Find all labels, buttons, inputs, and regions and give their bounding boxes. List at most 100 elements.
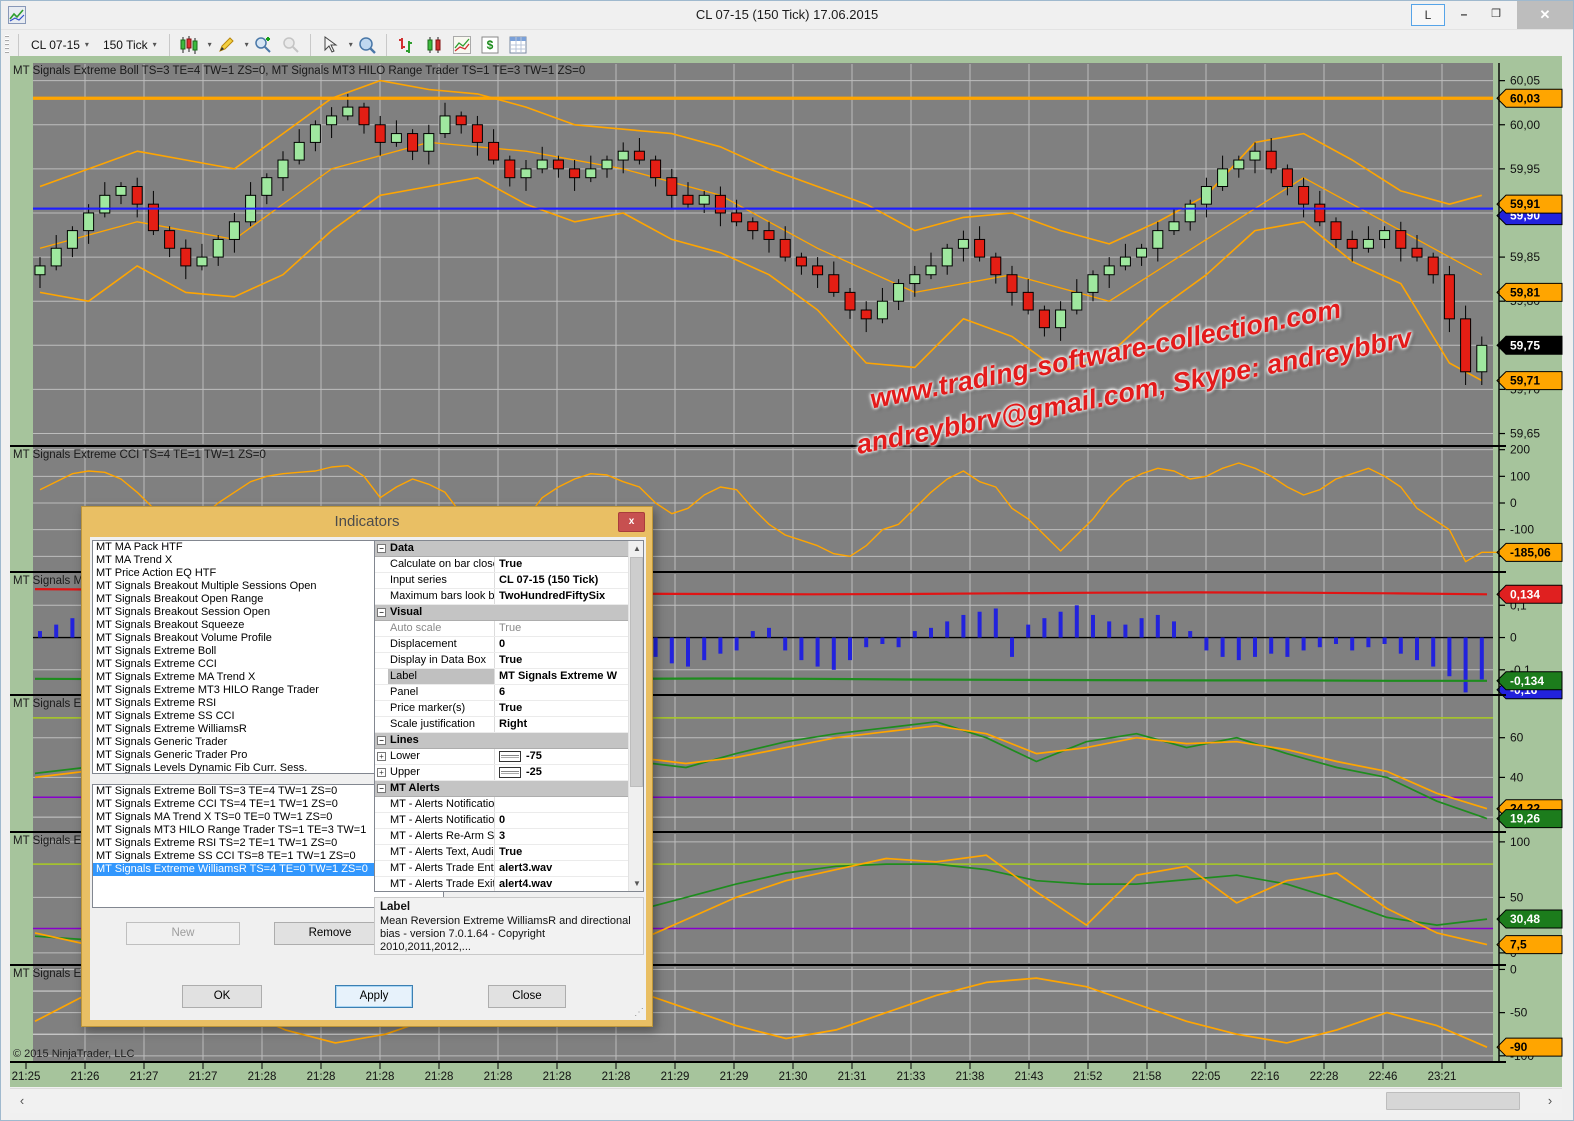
property-value[interactable]: -75	[495, 749, 628, 764]
property-value[interactable]: 0	[495, 637, 628, 652]
time-axis-label: 21:43	[1015, 1071, 1044, 1083]
time-axis-label: 21:28	[307, 1071, 336, 1083]
property-value[interactable]: alert3.wav	[495, 861, 628, 876]
property-value[interactable]: True	[495, 701, 628, 716]
property-value[interactable]: CL 07-15 (150 Tick)	[495, 573, 628, 588]
category-label: MT Alerts	[388, 781, 440, 796]
expander-icon[interactable]: −	[375, 781, 388, 796]
property-row[interactable]: +Lower-75	[375, 749, 628, 765]
property-row[interactable]: MT - Alerts Re-Arm Se3	[375, 829, 628, 845]
scroll-up-icon[interactable]: ▲	[629, 541, 644, 556]
property-row[interactable]: Scale justificationRight	[375, 717, 628, 733]
scroll-down-icon[interactable]: ▼	[629, 876, 644, 891]
property-value[interactable]: True	[495, 621, 628, 636]
spacer	[375, 701, 388, 716]
svg-text:200: 200	[1510, 443, 1530, 457]
property-category[interactable]: −Lines	[375, 733, 628, 749]
time-axis-label: 21:27	[189, 1071, 218, 1083]
property-value[interactable]: TwoHundredFiftySix	[495, 589, 628, 604]
expander-icon[interactable]: −	[375, 733, 388, 748]
svg-text:0: 0	[1510, 962, 1517, 976]
property-row[interactable]: LabelMT Signals Extreme W	[375, 669, 628, 685]
property-row[interactable]: Auto scaleTrue	[375, 621, 628, 637]
scroll-right-icon[interactable]: ›	[1538, 1089, 1562, 1113]
ok-button[interactable]: OK	[182, 985, 262, 1008]
property-label: Label	[388, 669, 495, 684]
expander-icon[interactable]: +	[375, 765, 388, 780]
property-category[interactable]: −Visual	[375, 605, 628, 621]
property-label: Price marker(s)	[388, 701, 495, 716]
property-category[interactable]: −Data	[375, 541, 628, 557]
property-row[interactable]: Displacement0	[375, 637, 628, 653]
property-row[interactable]: Calculate on bar closeTrue	[375, 557, 628, 573]
time-axis-label: 21:26	[71, 1071, 100, 1083]
property-label: Scale justification	[388, 717, 495, 732]
expander-icon[interactable]: +	[375, 749, 388, 764]
property-label: Input series	[388, 573, 495, 588]
property-row[interactable]: MT - Alerts Notificatior	[375, 797, 628, 813]
property-row[interactable]: MT - Alerts Text, AudicTrue	[375, 845, 628, 861]
resize-grip[interactable]: ⋰	[634, 1008, 644, 1018]
property-value[interactable]: True	[495, 653, 628, 668]
property-category[interactable]: −MT Alerts	[375, 781, 628, 797]
spacer	[375, 685, 388, 700]
svg-text:0: 0	[1510, 496, 1517, 510]
scrollbar-thumb[interactable]	[630, 557, 643, 787]
new-button: New	[126, 922, 240, 945]
dialog-title: Indicators	[82, 507, 652, 537]
svg-text:0: 0	[1510, 631, 1517, 645]
property-grid[interactable]: −DataCalculate on bar closeTrueInput ser…	[374, 540, 644, 892]
time-axis-label: 21:30	[779, 1071, 808, 1083]
property-value[interactable]: -25	[495, 765, 628, 780]
property-label: Panel	[388, 685, 495, 700]
apply-button[interactable]: Apply	[335, 985, 413, 1008]
property-rows: −DataCalculate on bar closeTrueInput ser…	[375, 541, 628, 892]
property-row[interactable]: Display in Data BoxTrue	[375, 653, 628, 669]
property-row[interactable]: MT - Alerts Trade Exitalert4.wav	[375, 877, 628, 892]
property-value[interactable]	[495, 797, 628, 812]
dialog-body: MT MA Pack HTFMT MA Trend XMT Price Acti…	[90, 537, 646, 1020]
line-color-swatch[interactable]	[499, 767, 521, 778]
time-axis-label: 21:28	[425, 1071, 454, 1083]
property-value[interactable]: 6	[495, 685, 628, 700]
horizontal-scrollbar[interactable]: ‹ ›	[10, 1088, 1562, 1113]
property-value[interactable]: True	[495, 557, 628, 572]
property-value[interactable]: Right	[495, 717, 628, 732]
time-axis-label: 21:28	[602, 1071, 631, 1083]
panel-label: MT Signals Extreme CCI TS=4 TE=1 TW=1 ZS…	[13, 449, 266, 461]
line-color-swatch[interactable]	[499, 751, 521, 762]
property-label: MT - Alerts Text, Audic	[388, 845, 495, 860]
property-label: MT - Alerts Notificatior	[388, 797, 495, 812]
property-row[interactable]: Maximum bars look baTwoHundredFiftySix	[375, 589, 628, 605]
property-row[interactable]: MT - Alerts Trade Entralert3.wav	[375, 861, 628, 877]
property-value[interactable]: MT Signals Extreme W	[495, 669, 628, 684]
property-row[interactable]: Price marker(s)True	[375, 701, 628, 717]
property-value[interactable]: 3	[495, 829, 628, 844]
property-value[interactable]: True	[495, 845, 628, 860]
property-row[interactable]: Panel6	[375, 685, 628, 701]
dialog-close-button2[interactable]: Close	[488, 985, 566, 1008]
svg-text:60,00: 60,00	[1510, 118, 1540, 132]
property-description: Label Mean Reversion Extreme WilliamsR a…	[374, 897, 644, 955]
panel-label: MT Signals Extreme Boll TS=3 TE=4 TW=1 Z…	[13, 65, 585, 77]
property-value[interactable]: 0	[495, 813, 628, 828]
copyright-label: © 2015 NinjaTrader, LLC	[13, 1048, 134, 1060]
property-grid-scrollbar[interactable]: ▲ ▼	[628, 541, 643, 891]
property-row[interactable]: Input seriesCL 07-15 (150 Tick)	[375, 573, 628, 589]
property-label: Upper	[388, 765, 495, 780]
scroll-left-icon[interactable]: ‹	[10, 1089, 34, 1113]
svg-text:59,75: 59,75	[1510, 338, 1540, 352]
expander-icon[interactable]: −	[375, 541, 388, 556]
scrollbar-thumb[interactable]	[1386, 1092, 1520, 1110]
time-axis-label: 21:28	[484, 1071, 513, 1083]
category-label: Data	[388, 541, 414, 556]
property-label: Displacement	[388, 637, 495, 652]
remove-button[interactable]: Remove	[274, 922, 386, 945]
time-axis-label: 21:38	[956, 1071, 985, 1083]
dialog-close-button[interactable]: x	[618, 512, 645, 532]
property-row[interactable]: +Upper-25	[375, 765, 628, 781]
expander-icon[interactable]: −	[375, 605, 388, 620]
svg-text:59,81: 59,81	[1510, 285, 1540, 299]
property-row[interactable]: MT - Alerts Notificatior0	[375, 813, 628, 829]
property-value[interactable]: alert4.wav	[495, 877, 628, 892]
